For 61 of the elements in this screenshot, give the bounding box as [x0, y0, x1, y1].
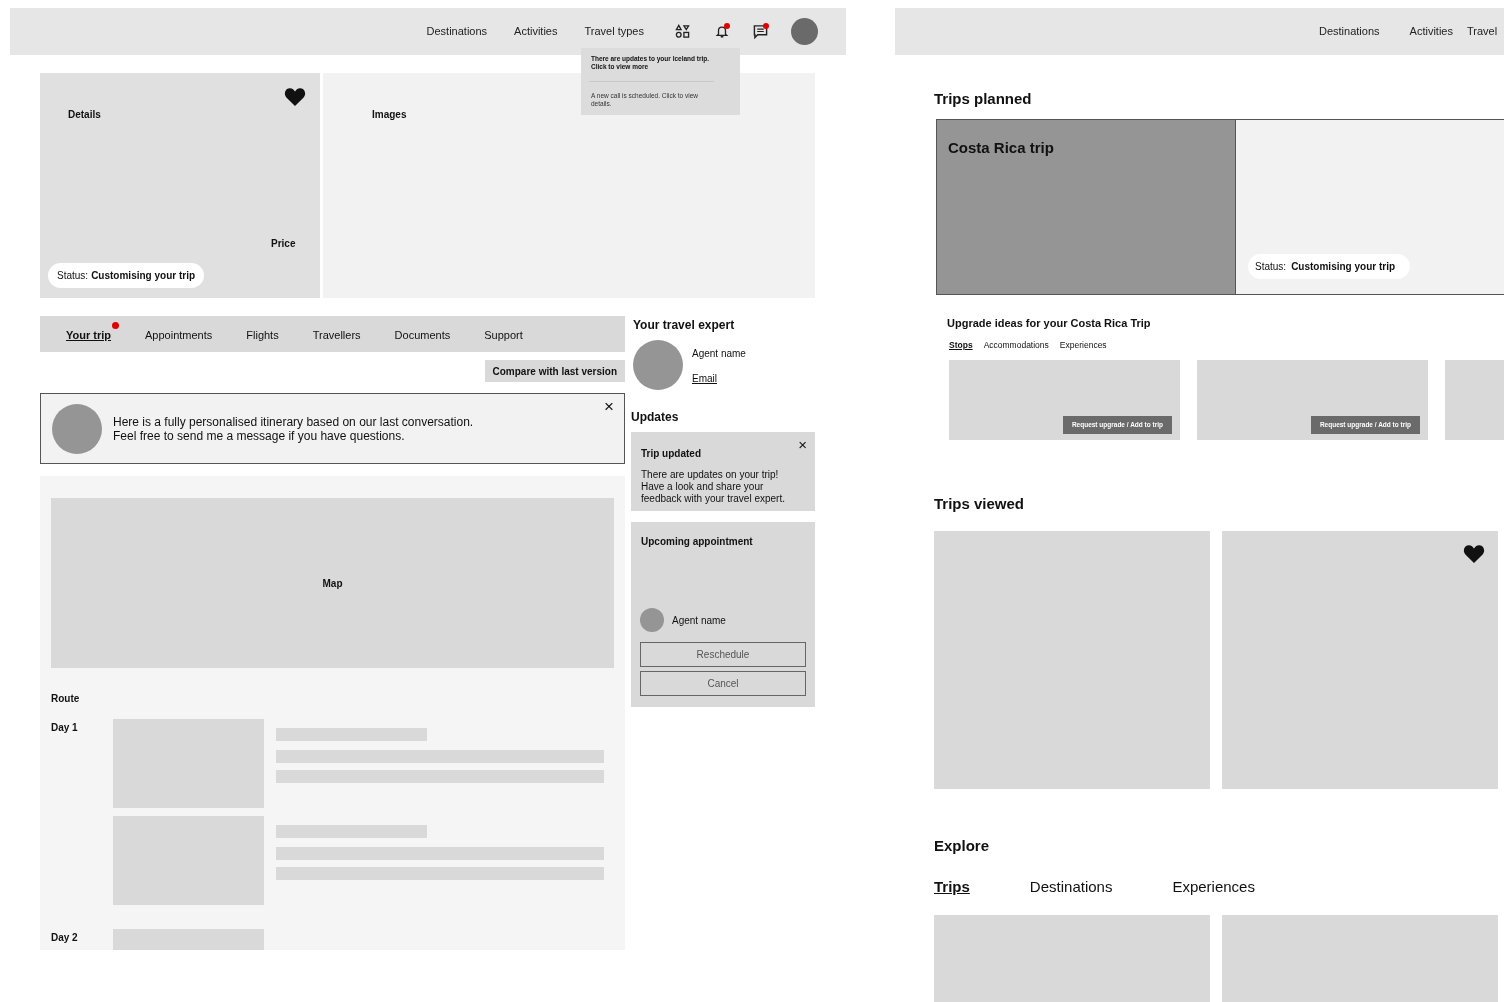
day-label: Day 2 — [51, 931, 79, 945]
message-text: Feel free to send me a message if you have questions. — [113, 428, 406, 443]
tab[interactable]: Support — [484, 322, 531, 346]
shapes-icon — [675, 24, 690, 39]
section-heading: Explore — [934, 836, 991, 857]
nav-link[interactable]: Activities — [514, 23, 558, 40]
message-text: Here is a fully personalised itinerary based on our last conversation. — [113, 414, 474, 429]
status-label: Status: — [1255, 259, 1287, 274]
route-label: Route — [51, 692, 81, 706]
agent-avatar — [52, 403, 102, 454]
nav-link[interactable]: Travel types — [584, 23, 644, 40]
price-label: Price — [271, 237, 296, 251]
status-value: Customising your trip — [1291, 259, 1396, 274]
tab[interactable]: Experiences — [1059, 339, 1107, 352]
tab[interactable]: Destinations — [1029, 875, 1113, 899]
day-label: Day 1 — [51, 721, 79, 735]
tab[interactable]: Flights — [246, 322, 287, 346]
status-label: Status: — [57, 269, 89, 283]
trip-name: Costa Rica trip — [948, 138, 1054, 156]
section-heading: Your travel expert — [633, 317, 736, 334]
categories-button[interactable] — [674, 23, 691, 40]
tab[interactable]: Travellers — [312, 322, 369, 346]
section-heading: Updates — [631, 409, 680, 426]
nav-link[interactable]: Destinations — [1319, 23, 1380, 40]
tab[interactable]: Your trip — [66, 322, 119, 346]
chat-button[interactable] — [752, 23, 769, 40]
email-link[interactable]: Email — [692, 371, 746, 386]
details-label: Details — [68, 108, 101, 122]
nav-link[interactable]: Travel — [1466, 23, 1498, 40]
section-heading: Trips viewed — [934, 493, 1026, 514]
agent-name: Agent name — [692, 347, 746, 361]
compare-button[interactable]: Compare with last version — [484, 360, 625, 382]
update-text: There are updates on your trip! — [641, 469, 780, 481]
tab[interactable]: Appointments — [145, 322, 221, 346]
appointment-title: Upcoming appointment — [641, 535, 754, 549]
profile-avatar[interactable] — [791, 18, 818, 45]
bell-icon — [714, 24, 729, 39]
nav-link[interactable]: Activities — [1409, 23, 1453, 40]
agent-avatar — [633, 340, 683, 390]
appointment-button[interactable]: Cancel — [640, 671, 806, 696]
map-label: Map — [322, 576, 343, 591]
status-value: Customising your trip — [91, 269, 196, 283]
update-text: Have a look and share your — [641, 481, 765, 493]
close-button[interactable]: × — [798, 437, 807, 452]
tab[interactable]: Documents — [394, 322, 459, 346]
nav-link[interactable]: Destinations — [426, 23, 488, 40]
section-heading: Trips planned — [934, 89, 1033, 109]
bell-button[interactable] — [713, 23, 730, 40]
close-button[interactable]: × — [604, 398, 614, 415]
tab[interactable]: Trips — [934, 875, 970, 899]
tab[interactable]: Experiences — [1172, 875, 1255, 899]
tab[interactable]: Stops — [949, 339, 973, 352]
appointment-button[interactable]: Reschedule — [640, 642, 806, 667]
upgrade-title: Upgrade ideas for your Costa Rica Trip — [947, 315, 1152, 331]
tab[interactable]: Accommodations — [983, 339, 1049, 352]
update-title: Trip updated — [641, 447, 701, 461]
agent-name: Agent name — [672, 613, 726, 628]
images-label: Images — [372, 108, 407, 122]
chat-icon — [753, 24, 768, 39]
update-text: feedback with your travel expert. — [641, 493, 786, 505]
agent-avatar — [640, 608, 664, 632]
